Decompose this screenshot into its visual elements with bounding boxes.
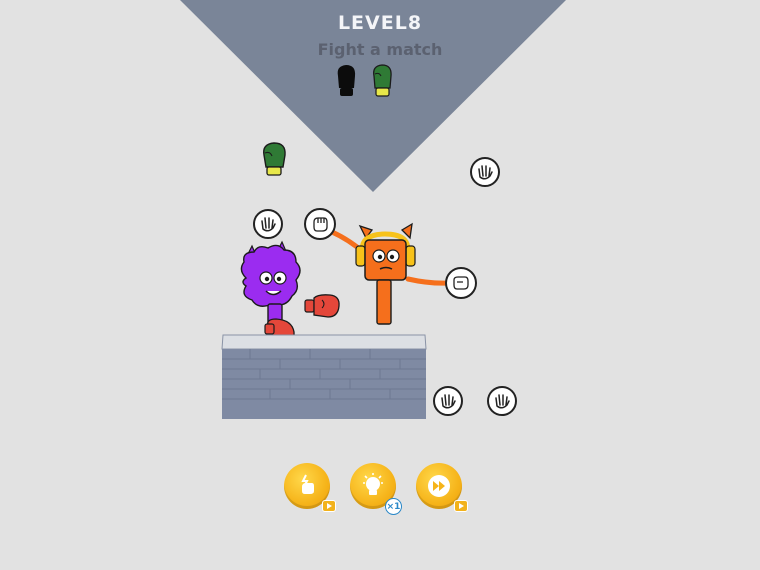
orange-left-hand[interactable] (304, 208, 336, 240)
fist-icon (453, 276, 469, 290)
video-ad-icon (322, 500, 336, 512)
hint-count-badge: ×1 (385, 498, 402, 515)
lightning-fist-icon (301, 474, 314, 494)
orange-character (355, 222, 416, 325)
brick-platform (221, 334, 427, 419)
fist-icon (313, 217, 328, 232)
hint-button[interactable]: ×1 (350, 463, 402, 515)
red-glove-punch-icon (304, 294, 340, 318)
power-button[interactable] (284, 463, 336, 512)
skip-button[interactable] (416, 463, 468, 512)
lightbulb-icon (363, 473, 383, 495)
video-ad-icon (454, 500, 468, 512)
orange-right-hand[interactable] (445, 267, 477, 299)
fast-forward-icon (428, 475, 450, 497)
